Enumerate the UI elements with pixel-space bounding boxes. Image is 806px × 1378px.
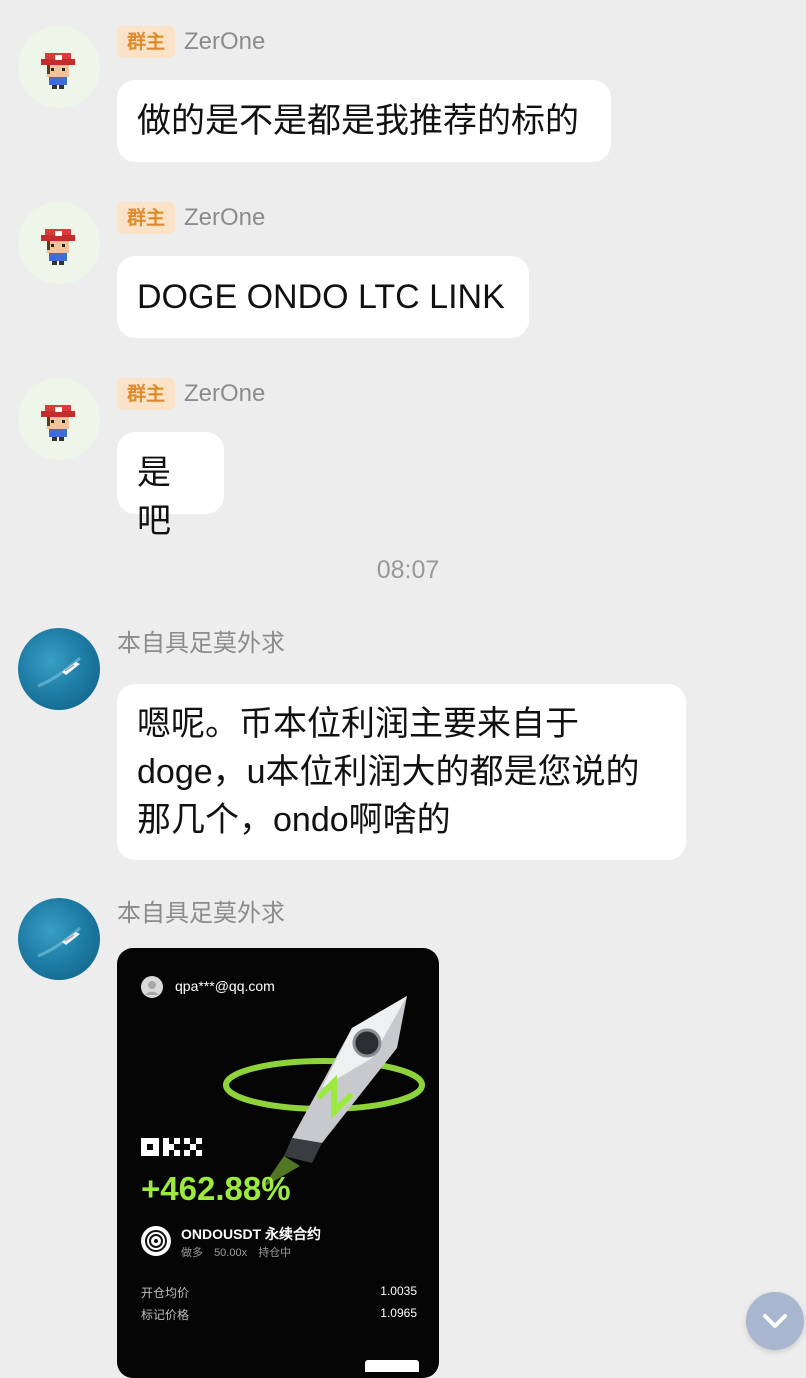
avatar-member[interactable] [18,898,100,980]
open-price-value: 1.0035 [380,1284,417,1298]
message-line: doge，u本位利润大的都是您说的 [137,753,640,791]
avatar-member[interactable] [18,628,100,710]
pixel-character-icon [41,405,75,441]
message-text: DOGE ONDO LTC LINK [137,278,505,316]
position-status: 持仓中 [258,1247,292,1259]
sender-name: ZerOne [184,204,266,231]
open-price-label: 开仓均价 [141,1286,190,1300]
boat-on-sea-icon [37,926,82,958]
user-avatar-icon [141,976,163,998]
position-side: 做多 [181,1247,203,1259]
sender-name: 本自具足莫外求 [117,900,285,927]
pnl-percent: +462.88% [141,1170,291,1207]
boat-on-sea-icon [37,656,82,688]
symbol-name: ONDOUSDT 永续合约 [181,1226,321,1242]
scroll-to-bottom-button[interactable] [746,1292,804,1350]
chevron-down-icon [763,1314,787,1328]
message-bubble[interactable]: 是吧 [117,432,224,540]
message-bubble[interactable]: 嗯呢。币本位利润主要来自于 doge，u本位利润大的都是您说的 那几个，ondo… [117,684,686,860]
message-line: 那几个，ondo啊啥的 [137,801,451,839]
sender-name: ZerOne [184,380,266,407]
message-text: 是吧 [137,454,171,540]
message-text: 做的是不是都是我推荐的标的 [137,102,579,140]
leverage: 50.00x [214,1247,248,1259]
okx-logo [141,1138,202,1156]
sender-name: 本自具足莫外求 [117,630,285,657]
pixel-character-icon [41,53,75,89]
ondo-token-icon [141,1226,171,1256]
sender-name: ZerOne [184,28,266,55]
pixel-character-icon [41,229,75,265]
qr-code-edge [365,1360,419,1372]
message-line: 嗯呢。币本位利润主要来自于 [137,705,579,743]
shared-pnl-card[interactable]: qpa***@qq.com +462.88% ONDOUSDT 永续合约 做多 … [117,948,439,1378]
avatar-zerone[interactable] [18,202,100,284]
timestamp: 08:07 [376,556,440,584]
rocket-icon [223,996,425,1188]
owner-badge: 群主 [117,26,176,58]
mark-price-label: 标记价格 [141,1308,190,1322]
owner-badge: 群主 [117,378,176,410]
message-bubble[interactable]: 做的是不是都是我推荐的标的 [117,80,611,162]
position-meta: 做多 50.00x 持仓中 [181,1244,291,1260]
avatar-zerone[interactable] [18,378,100,460]
mark-price-value: 1.0965 [380,1306,417,1320]
avatar-zerone[interactable] [18,26,100,108]
message-bubble[interactable]: DOGE ONDO LTC LINK [117,256,529,338]
owner-badge: 群主 [117,202,176,234]
